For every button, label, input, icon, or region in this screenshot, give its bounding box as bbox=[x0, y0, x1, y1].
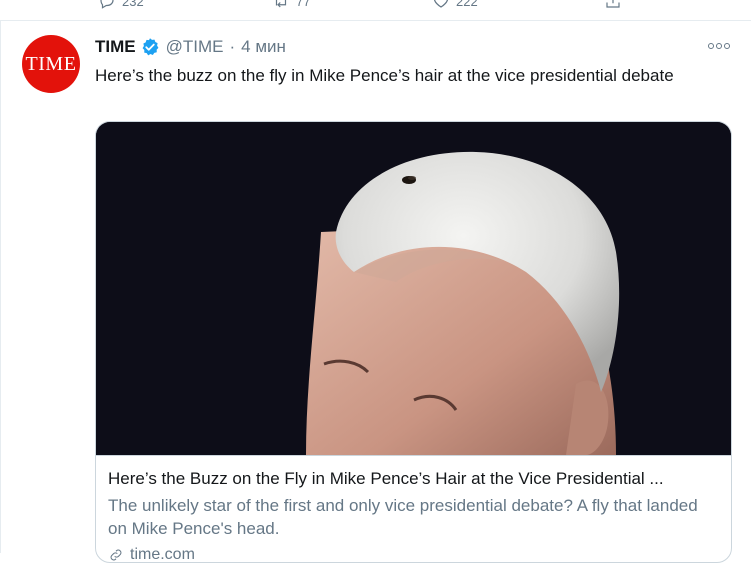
card-domain: time.com bbox=[108, 546, 719, 563]
avatar[interactable]: TIME bbox=[22, 35, 80, 93]
reply-count: 232 bbox=[122, 0, 144, 9]
more-options-button[interactable] bbox=[708, 38, 730, 54]
separator-dot: · bbox=[229, 37, 236, 56]
card-photo-illustration bbox=[96, 122, 731, 455]
tweet-timestamp[interactable]: 4 мин bbox=[241, 37, 286, 57]
card-title: Here’s the Buzz on the Fly in Mike Pence… bbox=[108, 469, 664, 488]
previous-tweet-actions: 232 77 222 bbox=[0, 0, 751, 21]
link-card[interactable]: Here’s the Buzz on the Fly in Mike Pence… bbox=[95, 121, 732, 563]
share-button[interactable] bbox=[604, 0, 628, 10]
link-icon bbox=[110, 549, 122, 561]
retweet-count: 77 bbox=[296, 0, 311, 9]
author-handle[interactable]: @TIME bbox=[166, 37, 224, 57]
tweet-header: TIME @TIME · 4 мин bbox=[95, 36, 286, 58]
like-count: 222 bbox=[456, 0, 478, 9]
card-image[interactable] bbox=[96, 122, 731, 455]
reply-button[interactable]: 232 bbox=[98, 0, 144, 10]
reply-icon bbox=[100, 0, 114, 9]
avatar-logo-text: TIME bbox=[25, 52, 77, 75]
like-icon bbox=[433, 0, 449, 8]
card-body[interactable]: Here’s the Buzz on the Fly in Mike Pence… bbox=[96, 455, 731, 563]
more-dot-icon bbox=[716, 43, 722, 49]
tweet[interactable]: TIME TIME @TIME · 4 мин Here’s the buzz … bbox=[0, 21, 750, 563]
verified-badge-icon bbox=[142, 38, 159, 56]
share-icon bbox=[606, 0, 620, 8]
retweet-button[interactable]: 77 bbox=[272, 0, 310, 10]
card-description: The unlikely star of the first and only … bbox=[108, 496, 698, 538]
card-domain-text: time.com bbox=[130, 546, 195, 563]
more-dot-icon bbox=[708, 43, 714, 49]
author-name[interactable]: TIME bbox=[95, 37, 136, 57]
tweet-text: Here’s the buzz on the fly in Mike Pence… bbox=[95, 66, 674, 85]
more-dot-icon bbox=[724, 43, 730, 49]
like-button[interactable]: 222 bbox=[432, 0, 478, 10]
retweet-icon bbox=[275, 0, 287, 8]
